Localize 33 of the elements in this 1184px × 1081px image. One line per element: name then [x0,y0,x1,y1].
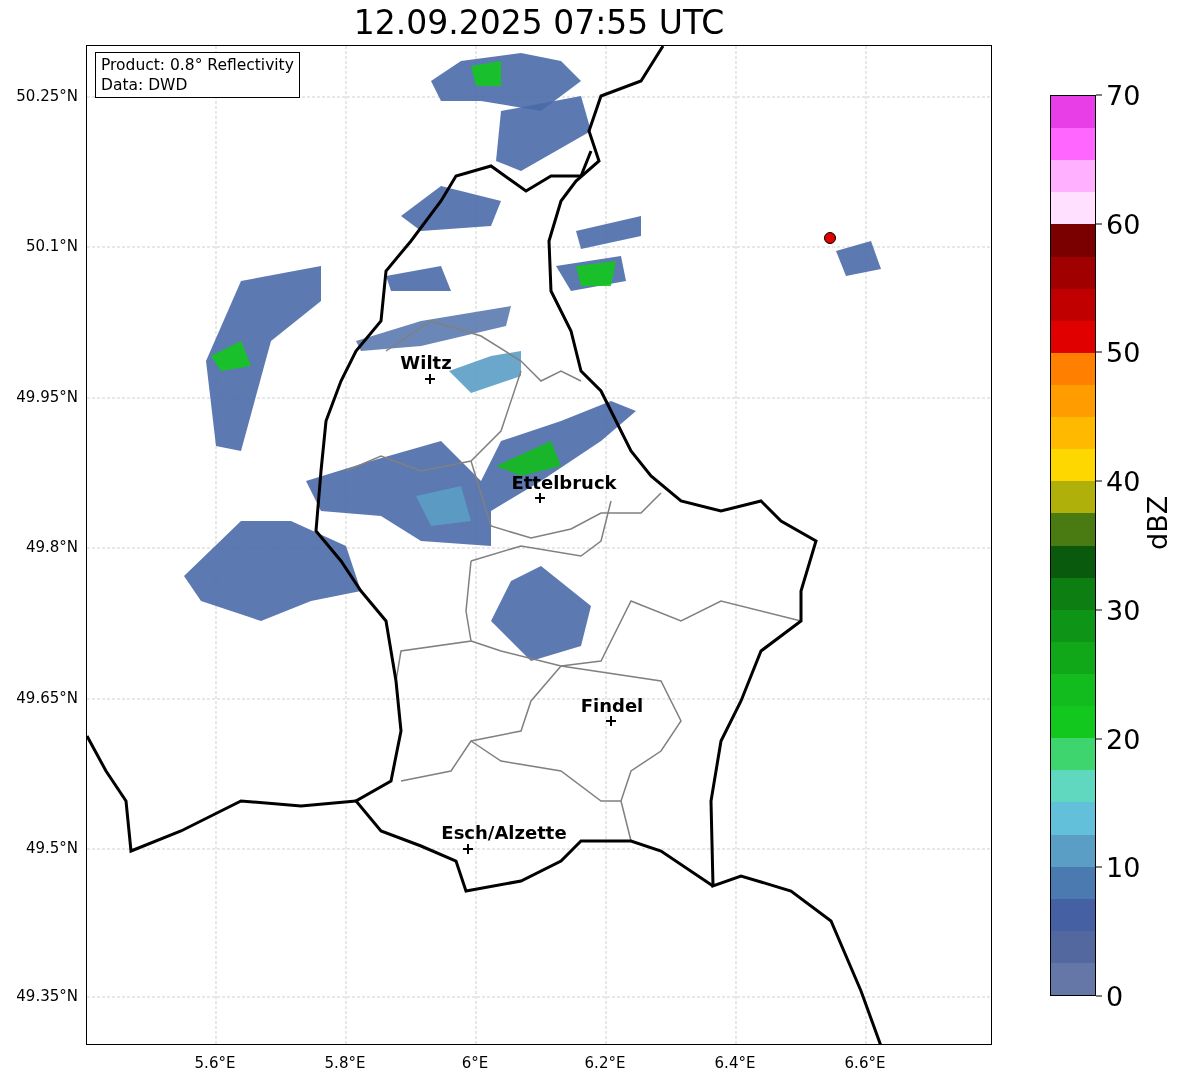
chart-title: 12.09.2025 07:55 UTC [352,2,726,44]
latitude-label: 49.95°N [16,388,78,406]
city-label: Wiltz [400,353,452,373]
scale-label: 0 [1106,980,1124,1012]
scale-label: 70 [1106,79,1141,111]
city-marker-icon [425,374,435,384]
scale-label: 30 [1106,594,1141,626]
city-marker-icon [535,493,545,503]
longitude-label: 6.4°E [714,1054,756,1072]
longitude-label: 5.6°E [194,1054,236,1072]
legend-text: Product: 0.8° Reflectivity [101,55,294,75]
latitude-label: 49.35°N [16,987,78,1005]
city-label: Findel [580,696,644,716]
latitude-label: 49.8°N [25,538,78,556]
longitude-label: 5.8°E [324,1054,366,1072]
city-label: Esch/Alzette [441,823,567,843]
scale-label: 20 [1106,723,1141,755]
unit-label: dBZ [1142,495,1173,550]
longitude-label: 6.2°E [584,1054,626,1072]
scale-label: 60 [1106,208,1141,240]
latitude-label: 50.1°N [25,237,78,255]
location-dot-icon [823,231,837,245]
latitude-label: 50.25°N [16,87,78,105]
scale-label: 10 [1106,851,1141,883]
latitude-label: 49.65°N [16,689,78,707]
latitude-label: 49.5°N [25,839,78,857]
scale-label: 40 [1106,465,1141,497]
scale-label: 50 [1106,336,1141,368]
longitude-label: 6°E [461,1054,489,1072]
city-marker-icon [463,844,473,854]
legend-text: Data: DWD [101,75,189,95]
longitude-label: 6.6°E [844,1054,886,1072]
city-marker-icon [606,716,616,726]
